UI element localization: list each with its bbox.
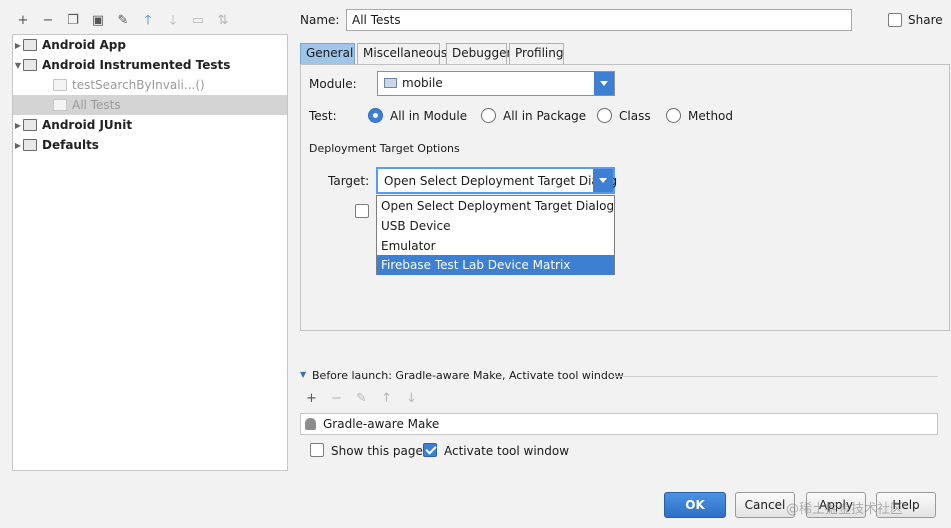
name-label: Name:	[300, 13, 340, 27]
remove-icon[interactable]: −	[331, 392, 342, 405]
down-icon[interactable]: ↓	[406, 392, 417, 405]
radio-class[interactable]	[597, 108, 612, 123]
radio-label-method: Method	[688, 109, 734, 123]
before-launch-header[interactable]: Before launch: Gradle-aware Make, Activa…	[312, 369, 624, 382]
test-config-icon	[53, 99, 67, 111]
collapse-arrow-icon[interactable]: ▼	[13, 61, 23, 70]
dropdown-option-open-dialog[interactable]: Open Select Deployment Target Dialog	[377, 196, 614, 216]
sort-icon[interactable]: ⇅	[214, 11, 232, 29]
activate-tool-window-label: Activate tool window	[444, 444, 570, 458]
tree-item-label: Android Instrumented Tests	[42, 58, 231, 72]
collapse-triangle-icon[interactable]: ▼	[300, 370, 306, 379]
tree-item-android-app[interactable]: ▶ Android App	[13, 35, 287, 55]
add-icon[interactable]: +	[306, 392, 317, 405]
radio-all-in-module[interactable]	[368, 108, 383, 123]
folder-icon[interactable]: ▭	[189, 11, 207, 29]
chevron-down-icon[interactable]	[593, 169, 613, 192]
ok-button[interactable]: OK	[664, 492, 726, 518]
activate-tool-window-checkbox[interactable]	[423, 443, 437, 457]
test-label: Test:	[309, 109, 337, 123]
tree-item-all-tests[interactable]: All Tests	[13, 95, 287, 115]
junit-icon	[23, 119, 37, 131]
module-label: Module:	[309, 77, 357, 91]
defaults-wrench-icon	[23, 139, 37, 151]
divider	[612, 376, 938, 377]
expand-arrow-icon[interactable]: ▶	[13, 141, 23, 150]
tree-item-android-junit[interactable]: ▶ Android JUnit	[13, 115, 287, 135]
add-icon[interactable]: +	[14, 11, 32, 29]
radio-label-all-in-package: All in Package	[503, 109, 587, 123]
wrench-icon[interactable]: ✎	[114, 11, 132, 29]
up-icon[interactable]: ↑	[381, 392, 392, 405]
expand-arrow-icon[interactable]: ▶	[13, 41, 23, 50]
tree-item-label: testSearchByInvali...()	[72, 78, 205, 92]
before-launch-list[interactable]: Gradle-aware Make	[300, 413, 938, 435]
tree-item-defaults[interactable]: ▶ Defaults	[13, 135, 287, 155]
tree-item-label: Defaults	[42, 138, 99, 152]
save-icon[interactable]: ▣	[89, 11, 107, 29]
radio-label-all-in-module: All in Module	[390, 109, 468, 123]
module-value-text: mobile	[402, 76, 443, 90]
module-value: mobile	[384, 76, 443, 90]
show-page-label: Show this page	[331, 444, 423, 458]
share-checkbox[interactable]	[888, 13, 902, 27]
tab-general[interactable]: General	[300, 43, 355, 64]
name-input[interactable]: All Tests	[346, 9, 852, 31]
tab-profiling[interactable]: Profiling	[509, 43, 564, 64]
test-config-icon	[53, 79, 67, 91]
copy-icon[interactable]: ❐	[64, 11, 82, 29]
watermark: @稀土掘金技术社区	[786, 502, 904, 517]
android-icon	[305, 418, 316, 430]
tree-item-label: Android JUnit	[42, 118, 133, 132]
target-dropdown-list[interactable]: Open Select Deployment Target Dialog USB…	[376, 195, 615, 275]
move-down-icon[interactable]: 🡓	[164, 11, 182, 29]
list-item-label: Gradle-aware Make	[323, 417, 440, 431]
android-app-icon	[23, 39, 37, 51]
hidden-option-checkbox[interactable]	[355, 204, 369, 218]
share-label: Share	[908, 13, 943, 27]
tree-item-label: All Tests	[72, 98, 121, 112]
android-tests-icon	[23, 59, 37, 71]
dropdown-option-firebase[interactable]: Firebase Test Lab Device Matrix	[377, 255, 614, 275]
target-value: Open Select Deployment Target Dialog	[384, 174, 618, 188]
remove-icon[interactable]: −	[39, 11, 57, 29]
tab-debugger[interactable]: Debugger	[446, 43, 511, 64]
tab-miscellaneous[interactable]: Miscellaneous	[357, 43, 447, 64]
edit-icon[interactable]: ✎	[356, 392, 367, 405]
dropdown-option-emulator[interactable]: Emulator	[377, 236, 614, 256]
show-page-checkbox[interactable]	[310, 443, 324, 457]
list-item[interactable]: Gradle-aware Make	[305, 417, 439, 431]
tree-item-android-instrumented-tests[interactable]: ▼ Android Instrumented Tests	[13, 55, 287, 75]
expand-arrow-icon[interactable]: ▶	[13, 121, 23, 130]
radio-method[interactable]	[666, 108, 681, 123]
run-config-tree[interactable]: ▶ Android App ▼ Android Instrumented Tes…	[12, 34, 288, 471]
radio-label-class: Class	[619, 109, 651, 123]
radio-all-in-package[interactable]	[481, 108, 496, 123]
tree-item-test-search[interactable]: testSearchByInvali...()	[13, 75, 287, 95]
chevron-down-icon[interactable]	[594, 72, 614, 95]
module-folder-icon	[384, 78, 397, 88]
target-label: Target:	[328, 174, 370, 188]
move-up-icon[interactable]: 🡑	[139, 11, 157, 29]
dropdown-option-usb-device[interactable]: USB Device	[377, 216, 614, 236]
target-select[interactable]: Open Select Deployment Target Dialog	[376, 167, 618, 194]
deployment-target-header: Deployment Target Options	[309, 142, 460, 155]
tree-item-label: Android App	[42, 38, 126, 52]
module-select[interactable]: mobile	[377, 71, 615, 96]
